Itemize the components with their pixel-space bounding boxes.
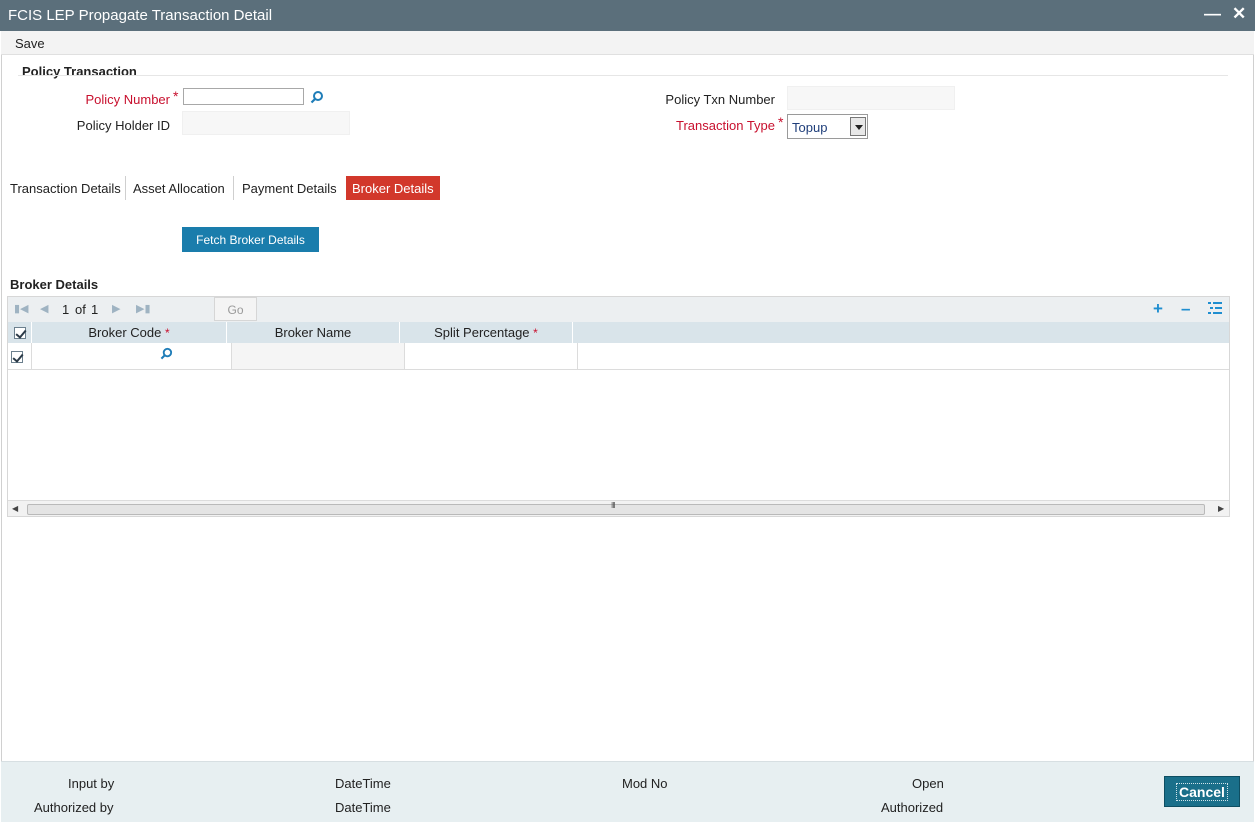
save-button[interactable]: Save xyxy=(15,36,45,51)
broker-code-lookup-icon[interactable] xyxy=(160,347,173,363)
column-settings-icon[interactable] xyxy=(1208,300,1222,320)
row-checkbox[interactable] xyxy=(11,351,23,363)
mod-no-label: Mod No xyxy=(622,776,668,791)
scroll-grip: III xyxy=(611,501,616,510)
open-status-label: Open xyxy=(912,776,944,791)
grid-pager: ▮◀ ◀ 1 of 1 ▶ ▶▮ Go + – xyxy=(8,297,1229,322)
policy-number-label: Policy Number xyxy=(85,92,170,107)
scroll-left-icon[interactable]: ◀ xyxy=(12,504,18,513)
select-all-checkbox[interactable] xyxy=(14,327,26,339)
add-row-icon[interactable]: + xyxy=(1153,299,1163,319)
transaction-type-value: Topup xyxy=(792,120,828,135)
scrollbar-thumb[interactable] xyxy=(27,504,1205,515)
next-page-icon[interactable]: ▶ xyxy=(112,302,120,315)
column-header-split-percentage[interactable]: Split Percentage * xyxy=(400,322,573,343)
input-by-label: Input by xyxy=(68,776,115,791)
delete-row-icon[interactable]: – xyxy=(1181,299,1190,319)
first-page-icon[interactable]: ▮◀ xyxy=(14,302,29,315)
window-title: FCIS LEP Propagate Transaction Detail xyxy=(8,7,273,24)
broker-code-cell[interactable] xyxy=(32,343,232,369)
split-percentage-cell[interactable] xyxy=(405,343,578,369)
required-marker: * xyxy=(778,114,784,130)
broker-name-cell xyxy=(232,343,405,369)
close-icon[interactable]: ✕ xyxy=(1232,4,1246,24)
toolbar: Save xyxy=(1,31,1254,55)
horizontal-scrollbar[interactable]: ◀ III ▶ xyxy=(8,500,1229,516)
tab-transaction-details[interactable]: Transaction Details xyxy=(4,176,126,200)
table-row xyxy=(8,343,1229,370)
authorized-by-label: Authorized by xyxy=(34,800,114,815)
row-select-cell xyxy=(8,343,32,369)
broker-details-grid: ▮◀ ◀ 1 of 1 ▶ ▶▮ Go + – Broker Code * Br… xyxy=(7,296,1230,517)
select-all-cell xyxy=(8,322,32,343)
policy-section-title: Policy Transaction xyxy=(22,64,137,79)
required-marker: * xyxy=(173,88,179,104)
authorized-datetime-label: DateTime xyxy=(335,800,391,815)
policy-holder-field xyxy=(182,111,350,135)
policy-number-lookup-icon[interactable] xyxy=(310,90,324,107)
page-of-label: of xyxy=(75,302,86,317)
window-titlebar: FCIS LEP Propagate Transaction Detail — … xyxy=(0,0,1255,31)
transaction-type-label: Transaction Type xyxy=(676,118,775,133)
tab-payment-details[interactable]: Payment Details xyxy=(236,176,345,200)
cancel-button[interactable]: Cancel xyxy=(1164,776,1240,807)
policy-number-input[interactable] xyxy=(183,88,304,105)
last-page-icon[interactable]: ▶▮ xyxy=(136,302,151,315)
prev-page-icon[interactable]: ◀ xyxy=(40,302,48,315)
column-header-broker-name[interactable]: Broker Name xyxy=(227,322,400,343)
scroll-right-icon[interactable]: ▶ xyxy=(1218,504,1224,513)
fetch-broker-details-button[interactable]: Fetch Broker Details xyxy=(182,227,319,252)
broker-details-title: Broker Details xyxy=(10,277,99,292)
authorized-status-label: Authorized xyxy=(881,800,944,815)
grid-header: Broker Code * Broker Name Split Percenta… xyxy=(8,322,1229,343)
tab-broker-details[interactable]: Broker Details xyxy=(346,176,440,200)
policy-txn-number-label: Policy Txn Number xyxy=(665,92,775,107)
tab-asset-allocation[interactable]: Asset Allocation xyxy=(127,176,234,200)
input-datetime-label: DateTime xyxy=(335,776,391,791)
page-total: 1 xyxy=(91,302,99,317)
minimize-icon[interactable]: — xyxy=(1204,4,1221,24)
policy-txn-number-field xyxy=(787,86,955,110)
column-header-broker-code[interactable]: Broker Code * xyxy=(32,322,227,343)
policy-holder-label: Policy Holder ID xyxy=(76,118,170,133)
transaction-type-select[interactable]: Topup xyxy=(787,114,868,139)
audit-footer: Input by Authorized by DateTime DateTime… xyxy=(1,761,1254,822)
page-current: 1 xyxy=(62,302,70,317)
go-button[interactable]: Go xyxy=(214,297,257,321)
section-divider xyxy=(18,75,1228,76)
chevron-down-icon[interactable] xyxy=(850,117,866,136)
